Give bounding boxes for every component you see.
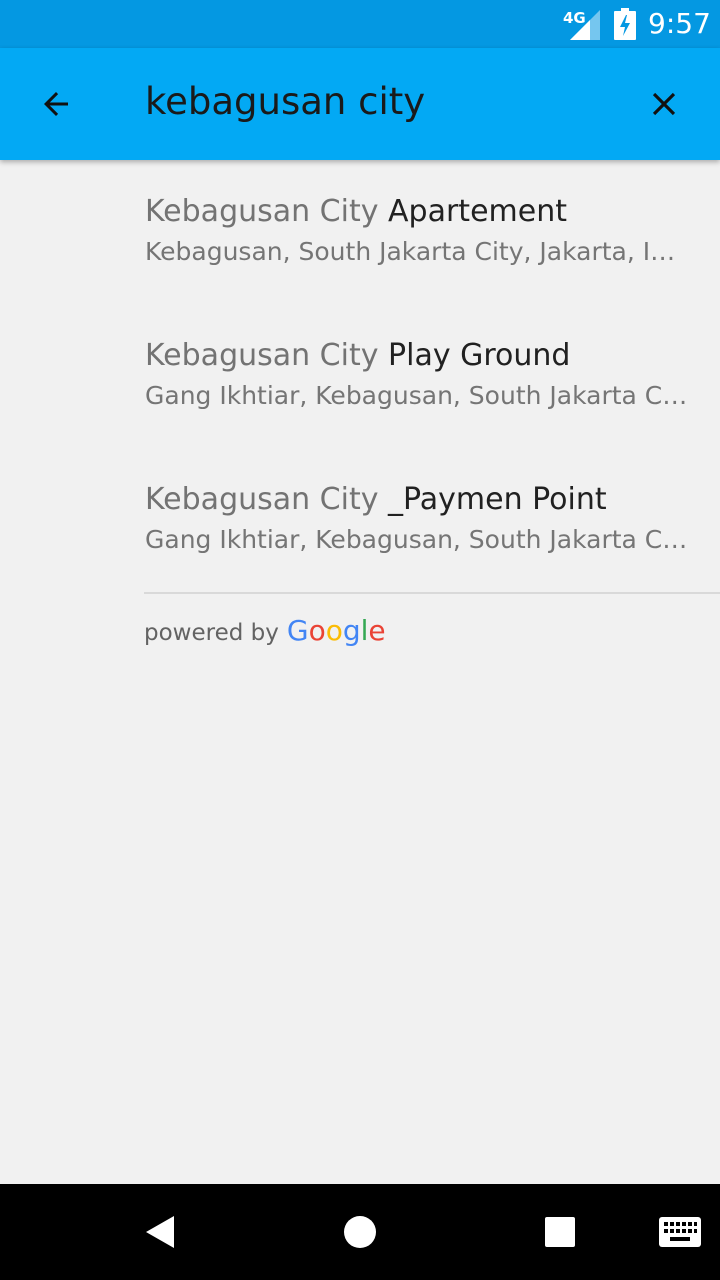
close-icon <box>652 92 676 116</box>
list-item[interactable]: Kebagusan City Play Ground Gang Ikhtiar,… <box>145 336 705 416</box>
google-logo: Google <box>287 614 386 647</box>
result-title: Kebagusan City Play Ground <box>145 336 705 376</box>
battery-charging-icon <box>614 8 636 40</box>
signal-icon <box>570 10 600 40</box>
result-address: Kebagusan, South Jakarta City, Jakarta, … <box>145 237 690 266</box>
result-title-rest: _Paymen Point <box>378 482 607 517</box>
navigation-bar <box>0 1184 720 1280</box>
result-title-rest: Play Ground <box>378 338 571 373</box>
result-title: Kebagusan City Apartement <box>145 192 705 232</box>
keyboard-icon <box>659 1217 701 1247</box>
back-button[interactable] <box>28 76 84 132</box>
attribution-prefix: powered by <box>144 620 279 646</box>
arrow-back-icon <box>44 92 68 116</box>
nav-home-button[interactable] <box>332 1204 388 1260</box>
home-circle-icon <box>344 1216 376 1248</box>
result-title-match: Kebagusan City <box>145 338 379 373</box>
list-item[interactable]: Kebagusan City _Paymen Point Gang Ikhtia… <box>145 480 705 560</box>
logo-letter: G <box>286 614 309 647</box>
divider <box>144 592 720 594</box>
nav-keyboard-button[interactable] <box>652 1204 708 1260</box>
list-item[interactable]: Kebagusan City Apartement Kebagusan, Sou… <box>145 192 705 272</box>
nav-back-button[interactable] <box>132 1204 188 1260</box>
logo-letter: o <box>325 614 343 647</box>
result-address: Gang Ikhtiar, Kebagusan, South Jakarta C… <box>145 525 690 554</box>
logo-letter: o <box>308 614 326 647</box>
nav-recents-button[interactable] <box>532 1204 588 1260</box>
status-bar: 4G 9:57 <box>0 0 720 48</box>
logo-letter: e <box>368 614 386 647</box>
google-attribution: powered by Google <box>144 614 386 647</box>
result-title-rest: Apartement <box>378 194 567 229</box>
clear-search-button[interactable] <box>636 76 692 132</box>
clock: 9:57 <box>648 7 711 40</box>
search-input[interactable]: kebagusan city <box>145 80 425 123</box>
result-title-match: Kebagusan City <box>145 482 379 517</box>
back-triangle-icon <box>146 1216 174 1248</box>
result-address: Gang Ikhtiar, Kebagusan, South Jakarta C… <box>145 381 690 410</box>
recents-square-icon <box>545 1217 575 1247</box>
search-toolbar: kebagusan city <box>0 48 720 160</box>
logo-letter: g <box>342 614 361 647</box>
result-title-match: Kebagusan City <box>145 194 379 229</box>
result-title: Kebagusan City _Paymen Point <box>145 480 705 520</box>
